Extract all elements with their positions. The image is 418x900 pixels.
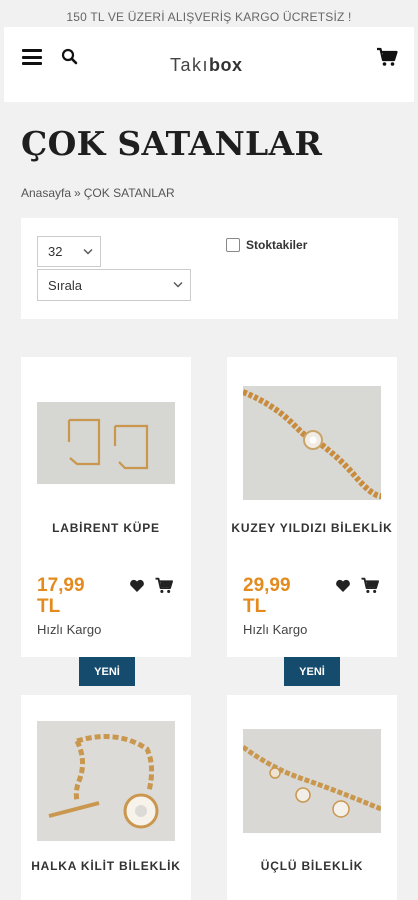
per-page-value: 32 [48, 244, 63, 259]
breadcrumb-home[interactable]: Anasayfa [21, 186, 71, 200]
heart-icon[interactable] [129, 579, 145, 593]
shipping-label: Hızlı Kargo [243, 622, 308, 637]
in-stock-filter[interactable]: Stoktakiler [226, 238, 307, 252]
product-name[interactable]: LABİRENT KÜPE [21, 520, 191, 536]
site-header: Takı box [4, 27, 414, 102]
in-stock-label: Stoktakiler [246, 238, 308, 252]
heart-icon[interactable] [335, 579, 351, 593]
breadcrumb: Anasayfa » ÇOK SATANLAR [21, 186, 175, 200]
product-price: 29,99 TL [243, 575, 291, 617]
in-stock-checkbox[interactable] [226, 238, 240, 252]
shipping-label: Hızlı Kargo [37, 622, 102, 637]
product-card[interactable]: ÜÇLÜ BİLEKLİK [227, 695, 397, 900]
product-name[interactable]: ÜÇLÜ BİLEKLİK [227, 858, 397, 874]
product-image[interactable] [37, 402, 175, 484]
product-price: 17,99 TL [37, 575, 85, 617]
product-name[interactable]: HALKA KİLİT BİLEKLİK [21, 858, 191, 874]
search-icon[interactable] [61, 48, 79, 66]
hamburger-menu-icon[interactable] [22, 49, 42, 65]
product-card[interactable]: KUZEY YILDIZI BİLEKLİK 29,99 TL Hızlı Ka… [227, 357, 397, 657]
chevron-down-icon [83, 248, 93, 254]
per-page-select[interactable]: 32 [37, 236, 101, 267]
add-to-cart-icon[interactable] [360, 577, 380, 594]
price-currency: TL [243, 596, 267, 617]
promo-text: 150 TL VE ÜZERİ ALIŞVERİŞ KARGO ÜCRETSİZ… [66, 10, 352, 24]
breadcrumb-separator: » [74, 186, 81, 200]
product-image[interactable] [37, 721, 175, 841]
new-badge: YENİ [284, 657, 340, 686]
product-image[interactable] [243, 729, 381, 833]
product-image[interactable] [243, 386, 381, 500]
logo-text-box: box [209, 55, 243, 75]
new-badge: YENİ [79, 657, 135, 686]
shopping-cart-icon[interactable] [376, 47, 398, 67]
price-amount: 17,99 [37, 575, 85, 596]
price-amount: 29,99 [243, 575, 291, 596]
logo-text-taki: Takı [170, 55, 210, 75]
price-currency: TL [37, 596, 61, 617]
sort-value: Sırala [48, 277, 82, 293]
breadcrumb-current: ÇOK SATANLAR [83, 186, 175, 200]
product-card[interactable]: HALKA KİLİT BİLEKLİK [21, 695, 191, 900]
product-card[interactable]: LABİRENT KÜPE 17,99 TL Hızlı Kargo [21, 357, 191, 657]
page-title: ÇOK SATANLAR [21, 124, 323, 163]
product-name[interactable]: KUZEY YILDIZI BİLEKLİK [227, 520, 397, 536]
add-to-cart-icon[interactable] [154, 577, 174, 594]
site-logo[interactable]: Takı box [170, 55, 243, 79]
chevron-down-icon [173, 282, 183, 288]
sort-select[interactable]: Sırala [37, 269, 191, 301]
filter-panel: 32 Sırala Stoktakiler [21, 218, 398, 319]
